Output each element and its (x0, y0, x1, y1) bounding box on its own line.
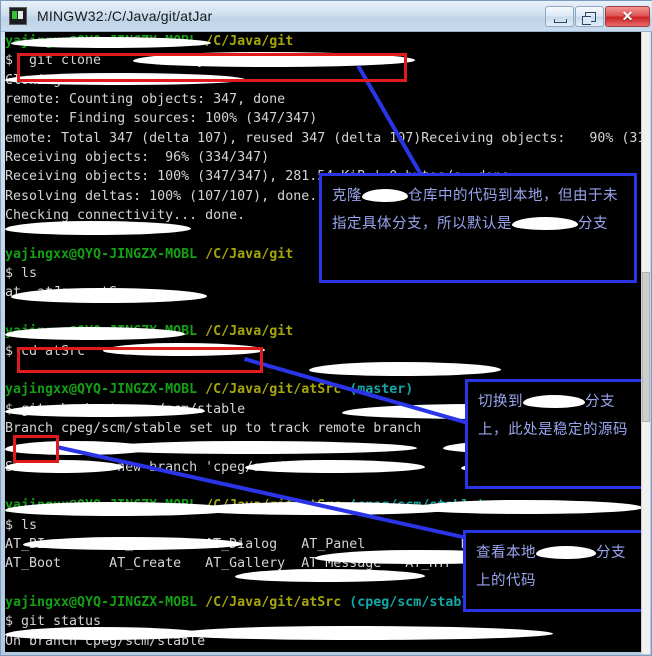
vertical-scrollbar[interactable] (641, 32, 650, 654)
annotation-note-clone-text: 克隆 仓库中的代码到本地，但由于未指定具体分支，所以默认是 分支 (332, 188, 618, 232)
terminal-output-line: Receiving objects: 96% (334/347) (5, 150, 270, 166)
scrollbar-thumb[interactable] (642, 272, 650, 422)
window-controls: ✕ (544, 5, 650, 27)
terminal-output-line: remote: Counting objects: 347, done (5, 92, 286, 108)
close-button[interactable]: ✕ (605, 5, 650, 27)
terminal-output-line: Your branch is up-to-date with 'origin/c… (5, 651, 642, 652)
terminal-prompt-line: yajingxx@QYQ-JINGZX-MOBL /C/Java/git (5, 34, 294, 49)
terminal-prompt-line: yajingxx@QYQ-JINGZX-MOBL /C/Java/git (5, 324, 294, 340)
terminal-output-line: emote: Total 347 (delta 107), reused 347… (5, 130, 642, 146)
annotation-note-checkout: 切换到 分支上，此处是稳定的源码 (465, 379, 649, 489)
minimize-button[interactable] (545, 5, 574, 27)
annotation-note-status: 查看本地 分支上的代码 (463, 530, 649, 612)
title-bar: MINGW32:/C/Java/git/atJar ✕ (1, 1, 652, 32)
terminal-output-line: at atJar atSrc (5, 285, 134, 301)
close-icon: ✕ (621, 7, 634, 24)
restore-button[interactable] (575, 5, 604, 27)
mingw32-terminal-window: MINGW32:/C/Java/git/atJar ✕ yajingxx@QYQ… (0, 0, 652, 656)
terminal-prompt-line: yajingxx@QYQ-JINGZX-MOBL /C/Java/git/atS… (5, 498, 486, 514)
terminal-icon (9, 7, 27, 25)
terminal-command-line: $ git clone ://flycm.in (5, 53, 422, 69)
terminal-command-line: $ cd atSrc (5, 343, 86, 359)
terminal-command-line: $ git status (5, 614, 102, 630)
window-title: MINGW32:/C/Java/git/atJar (37, 8, 213, 24)
terminal-output-line: remote: Finding sources: 100% (347/347) (5, 111, 318, 127)
annotation-note-clone: 克隆 仓库中的代码到本地，但由于未指定具体分支，所以默认是 分支 (319, 173, 637, 283)
annotation-note-status-text: 查看本地 分支上的代码 (476, 545, 626, 589)
terminal-output-line: Cloning into 'atcore'... (5, 72, 198, 88)
terminal-output-line: On branch cpeg/scm/stable (5, 633, 206, 649)
minimize-icon (554, 18, 567, 23)
restore-icon (582, 11, 596, 25)
annotation-note-checkout-text: 切换到 分支上，此处是稳定的源码 (478, 394, 628, 438)
